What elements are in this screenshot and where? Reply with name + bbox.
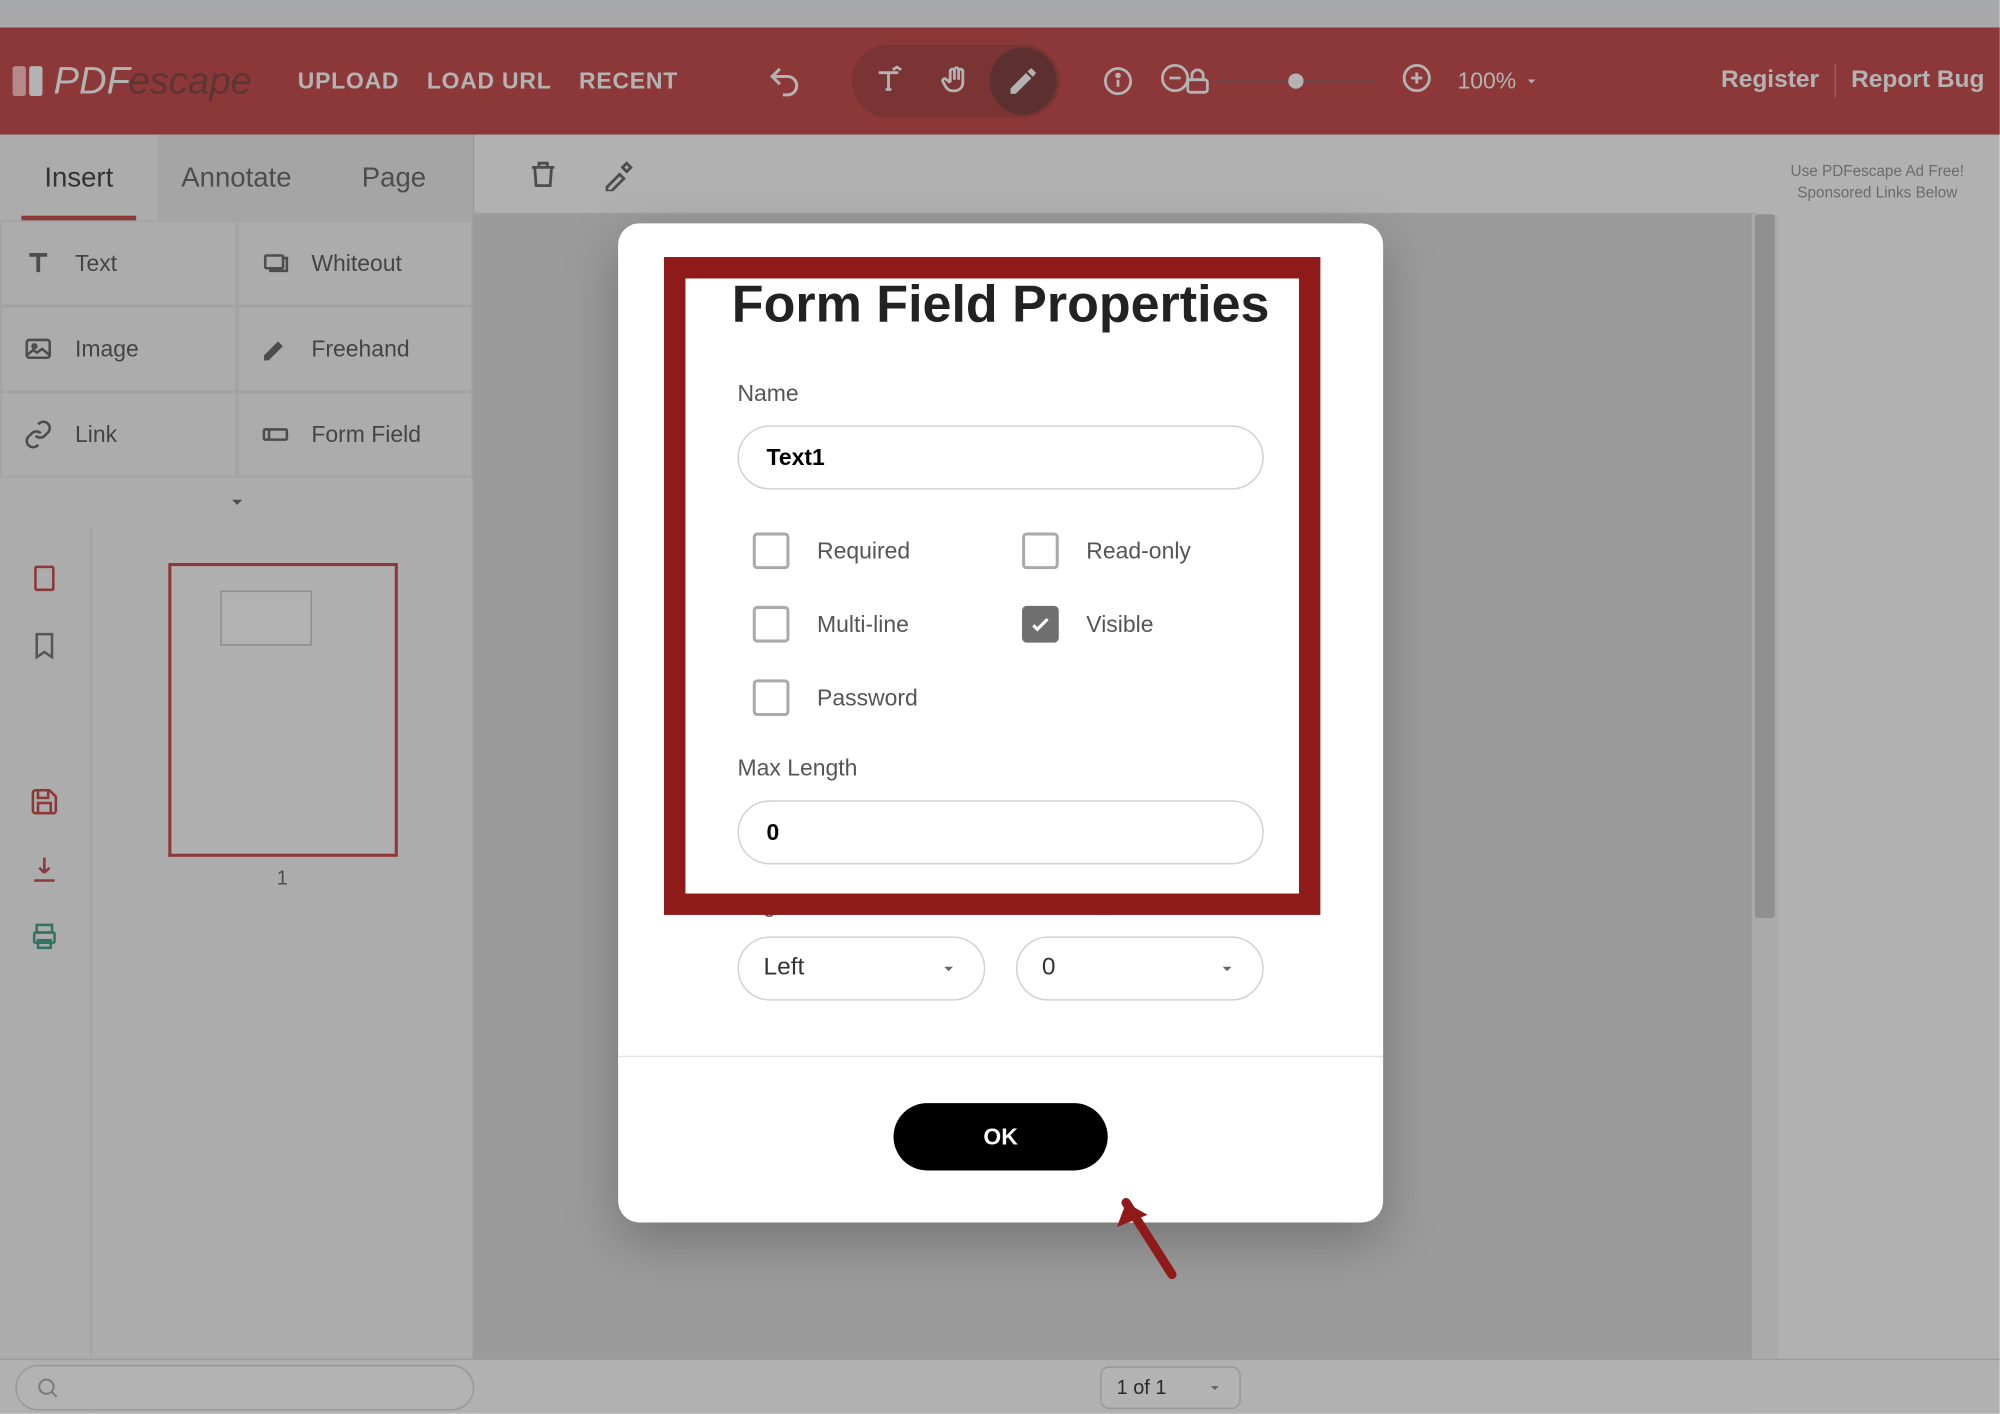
password-option[interactable]: Password (753, 679, 995, 716)
readonly-label: Read-only (1086, 538, 1191, 564)
maxlength-label: Max Length (737, 756, 1263, 782)
alignment-select[interactable]: Left (737, 936, 985, 1000)
dialog-footer: OK (618, 1056, 1383, 1171)
chevron-down-icon (938, 958, 959, 979)
multiline-checkbox[interactable] (753, 606, 790, 643)
password-label: Password (817, 685, 918, 711)
dialog-title: Form Field Properties (618, 275, 1383, 335)
required-label: Required (817, 538, 910, 564)
readonly-option[interactable]: Read-only (1022, 532, 1264, 569)
multiline-label: Multi-line (817, 611, 909, 637)
required-checkbox[interactable] (753, 532, 790, 569)
form-field-properties-dialog: Form Field Properties Name Required Read… (618, 223, 1383, 1222)
ok-button[interactable]: OK (894, 1103, 1108, 1170)
visible-checkbox[interactable] (1022, 606, 1059, 643)
rotation-value: 0 (1042, 955, 1056, 983)
rotation-select[interactable]: 0 (1016, 936, 1264, 1000)
visible-option[interactable]: Visible (1022, 606, 1264, 643)
multiline-option[interactable]: Multi-line (753, 606, 995, 643)
readonly-checkbox[interactable] (1022, 532, 1059, 569)
rotation-label: Rotation, ° (1016, 892, 1264, 918)
alignment-label: Alignment (737, 892, 985, 918)
password-checkbox[interactable] (753, 679, 790, 716)
alignment-value: Left (763, 955, 804, 983)
required-option[interactable]: Required (753, 532, 995, 569)
visible-label: Visible (1086, 611, 1153, 637)
checkbox-group: Required Read-only Multi-line Visible Pa… (618, 505, 1383, 728)
name-label: Name (737, 381, 1263, 407)
maxlength-input[interactable] (737, 800, 1263, 864)
name-input[interactable] (737, 425, 1263, 489)
chevron-down-icon (1216, 958, 1237, 979)
